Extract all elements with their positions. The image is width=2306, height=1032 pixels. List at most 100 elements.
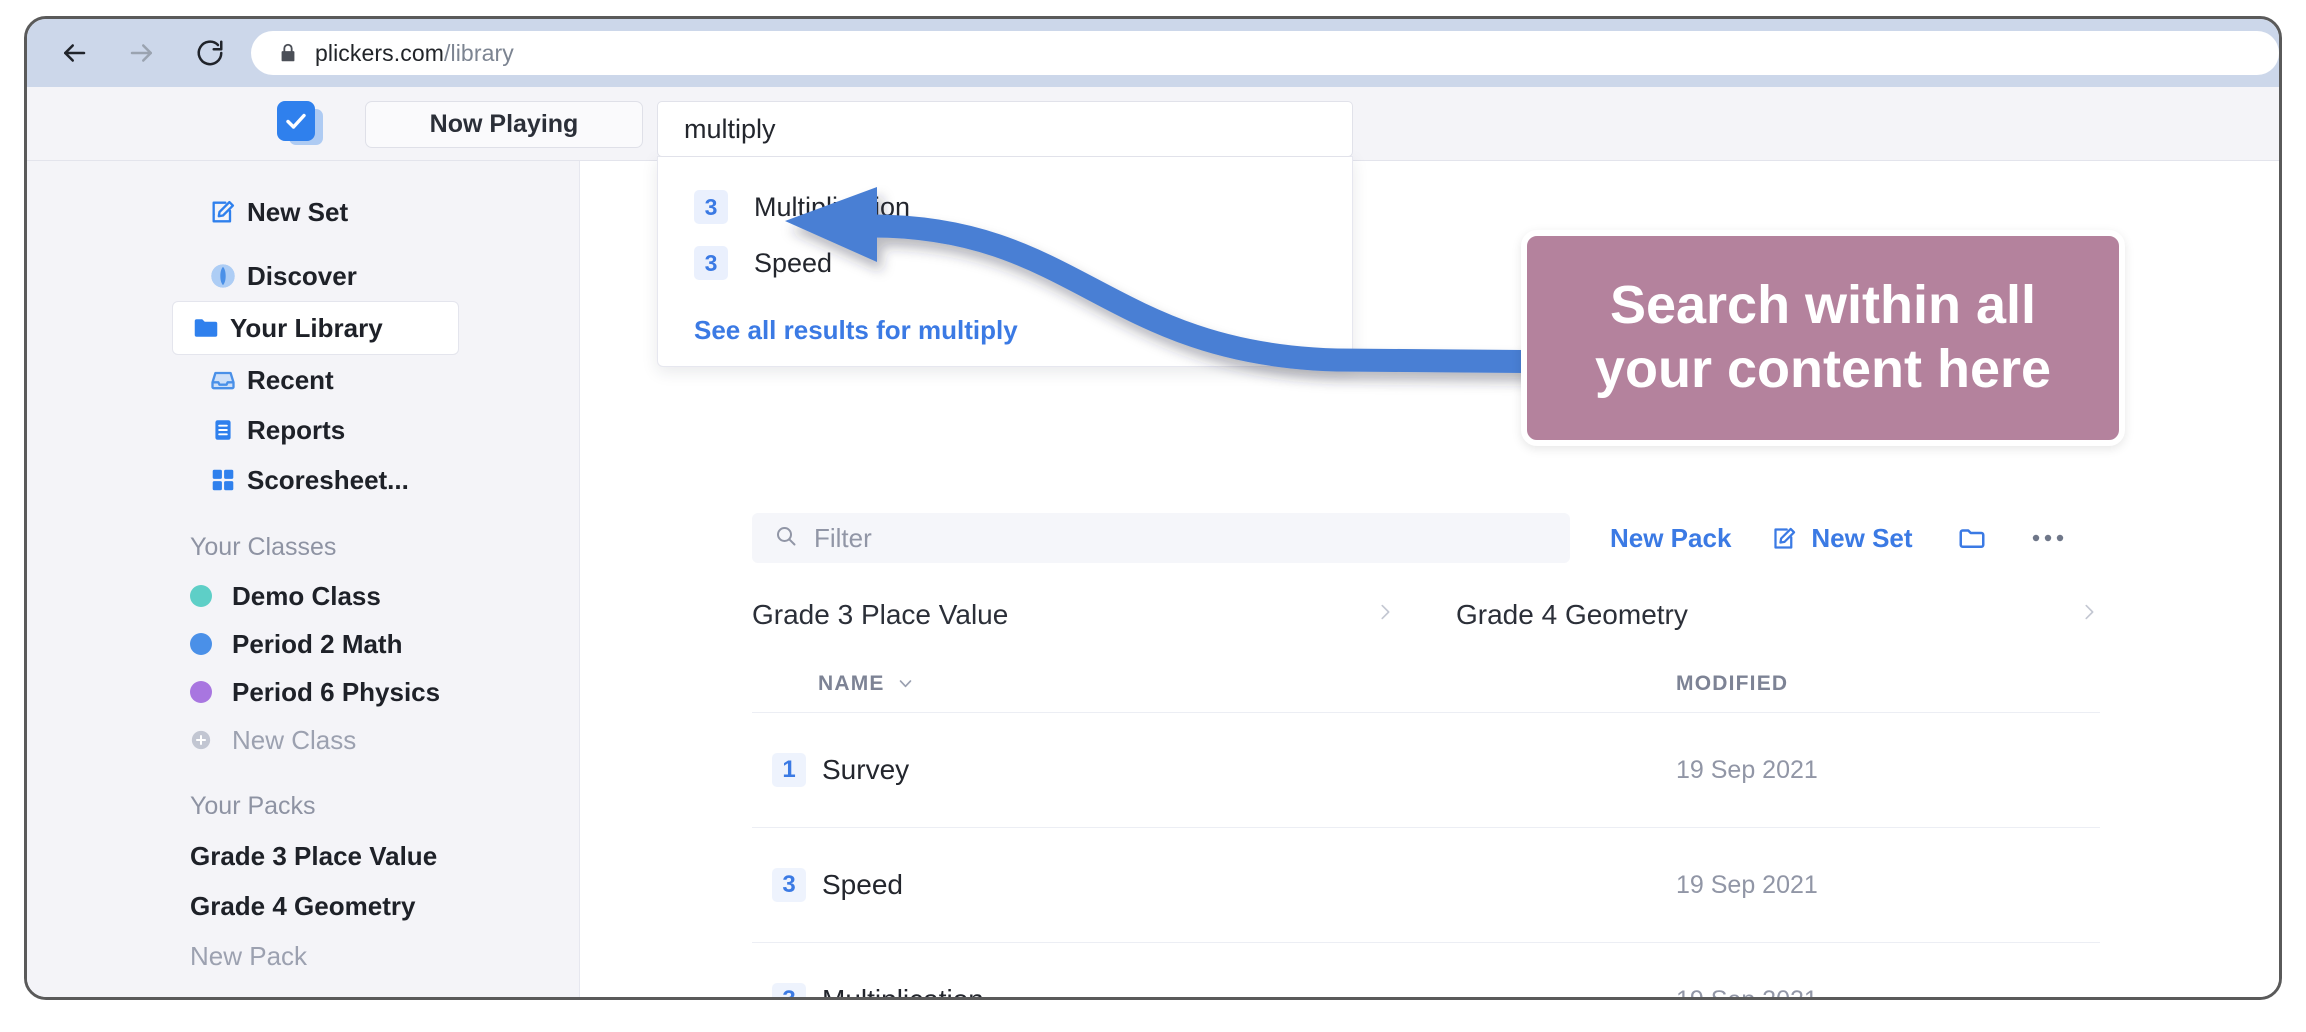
sidebar-item-recent[interactable]: Recent (45, 355, 561, 405)
new-pack-label: New Pack (1610, 522, 1732, 553)
new-set-button[interactable]: New Set (1771, 522, 1913, 554)
set-name: Multiplication (822, 984, 984, 1000)
address-bar-text: plickers.com/library (315, 40, 514, 67)
chevron-right-icon (1374, 599, 1396, 632)
new-pack-label: New Pack (190, 940, 308, 971)
now-playing-label: Now Playing (429, 110, 579, 138)
sidebar-pack-grade-3-place-value[interactable]: Grade 3 Place Value (27, 831, 579, 881)
pack-card-label: Grade 4 Geometry (1456, 599, 1688, 630)
search-result-item[interactable]: 3 Multiplication (658, 179, 1352, 235)
column-header-modified[interactable]: MODIFIED (1676, 672, 1788, 696)
search-result-item[interactable]: 3 Speed (658, 235, 1352, 291)
search-results-dropdown: 3 Multiplication 3 Speed See all results… (657, 156, 1353, 367)
sidebar-item-label: New Set (247, 196, 349, 227)
logo-card-front (277, 101, 315, 141)
sidebar: New Set Discover Your Library Recent Rep… (27, 161, 580, 997)
annotation-callout: Search within all your content here (1521, 230, 2125, 446)
new-set-icon (208, 197, 238, 227)
url-path: /library (444, 39, 514, 66)
sidebar-item-label: Your Library (230, 312, 383, 343)
sidebar-class-period-6-physics[interactable]: Period 6 Physics (27, 668, 579, 716)
class-color-dot (190, 633, 212, 655)
set-modified-date: 19 Sep 2021 (1676, 755, 1818, 784)
folder-icon (191, 313, 221, 343)
search-input[interactable]: multiply (657, 101, 1353, 157)
plickers-app: Now Playing multiply 3 Multiplication 3 … (27, 87, 2279, 997)
back-arrow-icon[interactable] (51, 30, 97, 76)
plickers-logo[interactable] (277, 101, 325, 147)
sidebar-item-new-set[interactable]: New Set (45, 187, 561, 237)
column-header-name-label: NAME (818, 671, 885, 695)
now-playing-button[interactable]: Now Playing (365, 101, 643, 148)
search-result-label: Speed (754, 247, 833, 278)
sidebar-item-scoresheet[interactable]: Scoresheet... (45, 455, 561, 505)
question-count-badge: 3 (694, 246, 728, 280)
app-topbar: Now Playing multiply 3 Multiplication 3 … (27, 87, 2279, 367)
browser-window: plickers.com/library Now Playing multipl… (24, 16, 2282, 1000)
sidebar-new-pack-button[interactable]: New Pack (27, 931, 579, 981)
question-count-badge: 3 (694, 190, 728, 224)
pack-card-grade-3-place-value[interactable]: Grade 3 Place Value (752, 569, 1396, 661)
sidebar-item-your-library[interactable]: Your Library (172, 301, 459, 355)
plus-circle-icon (190, 729, 212, 751)
pack-card-grade-4-geometry[interactable]: Grade 4 Geometry (1456, 569, 2100, 661)
table-row[interactable]: 3 Speed 19 Sep 2021 (752, 828, 2100, 943)
see-all-results-link[interactable]: See all results for multiply (658, 291, 1352, 352)
new-pack-button[interactable]: New Pack (1610, 523, 1731, 554)
sidebar-class-demo-class[interactable]: Demo Class (27, 572, 579, 620)
sidebar-item-discover[interactable]: Discover (45, 251, 561, 301)
class-label: Period 2 Math (232, 628, 403, 659)
search-input-value: multiply (684, 113, 776, 144)
your-packs-header: Your Packs (190, 792, 316, 820)
search-icon (774, 524, 798, 553)
scoresheet-grid-icon (208, 465, 238, 495)
table-header-row: NAME MODIFIED (752, 655, 2100, 713)
reload-icon[interactable] (187, 30, 233, 76)
your-classes-header: Your Classes (190, 533, 337, 561)
sidebar-item-label: Recent (247, 364, 334, 395)
library-table: NAME MODIFIED 1 Survey 19 Sep 2021 3 Spe… (752, 655, 2100, 1000)
search-result-label: Multiplication (754, 191, 911, 222)
set-modified-date: 19 Sep 2021 (1676, 870, 1818, 899)
sidebar-item-label: Reports (247, 414, 346, 445)
callout-line-2: your content here (1594, 339, 2052, 399)
question-count-badge: 3 (772, 983, 806, 997)
callout-line-1: Search within all (1609, 275, 2037, 336)
sidebar-item-reports[interactable]: Reports (45, 405, 561, 455)
pack-label: Grade 4 Geometry (190, 890, 416, 921)
pack-label: Grade 3 Place Value (190, 840, 438, 871)
class-label: Demo Class (232, 580, 381, 611)
table-row[interactable]: 1 Survey 19 Sep 2021 (752, 713, 2100, 828)
sidebar-class-period-2-math[interactable]: Period 2 Math (27, 620, 579, 668)
class-color-dot (190, 585, 212, 607)
new-folder-button[interactable] (1955, 523, 1989, 553)
chevron-right-icon (2078, 599, 2100, 632)
forward-arrow-icon[interactable] (119, 30, 165, 76)
set-name: Survey (822, 754, 910, 785)
set-name: Speed (822, 869, 903, 900)
browser-toolbar: plickers.com/library (27, 19, 2279, 87)
filter-input[interactable]: Filter (752, 513, 1570, 563)
url-domain: plickers.com (315, 39, 445, 66)
reports-icon (208, 415, 238, 445)
class-color-dot (190, 681, 212, 703)
question-count-badge: 3 (772, 868, 806, 902)
pack-card-label: Grade 3 Place Value (752, 599, 1009, 630)
address-bar[interactable]: plickers.com/library (251, 31, 2279, 75)
chevron-down-icon (897, 675, 914, 692)
question-count-badge: 1 (772, 753, 806, 787)
library-toolbar: Filter New Pack New Set (752, 513, 2100, 563)
column-header-name[interactable]: NAME (818, 672, 914, 696)
sidebar-item-label: Scoresheet... (247, 464, 409, 495)
new-class-label: New Class (232, 724, 357, 755)
filter-placeholder: Filter (814, 522, 872, 553)
sidebar-item-label: Discover (247, 260, 357, 291)
lock-icon (277, 41, 299, 65)
sidebar-new-class-button[interactable]: New Class (27, 716, 579, 764)
class-label: Period 6 Physics (232, 676, 441, 707)
table-row[interactable]: 3 Multiplication 19 Sep 2021 (752, 943, 2100, 1000)
new-set-label: New Set (1811, 522, 1913, 553)
sidebar-pack-grade-4-geometry[interactable]: Grade 4 Geometry (27, 881, 579, 931)
discover-globe-icon (208, 261, 238, 291)
more-options-button[interactable] (2031, 532, 2065, 544)
